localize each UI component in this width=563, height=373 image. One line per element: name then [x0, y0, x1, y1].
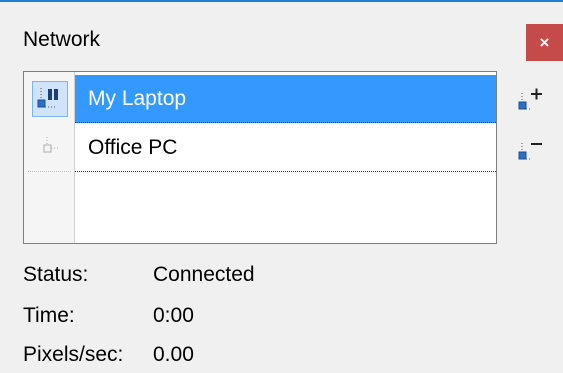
close-button[interactable]: × [526, 24, 563, 61]
computer-list[interactable]: My Laptop Office PC [23, 71, 497, 244]
add-computer-icon [518, 88, 542, 110]
pixels-value: 0.00 [153, 343, 194, 366]
computer-inactive-icon [24, 124, 75, 172]
list-item-office-pc[interactable]: Office PC [24, 124, 496, 172]
add-computer-button[interactable] [511, 82, 549, 118]
computer-name: Office PC [75, 124, 496, 172]
window-top-border [0, 0, 563, 2]
time-value: 0:00 [153, 304, 194, 327]
list-item-my-laptop[interactable]: My Laptop [24, 75, 496, 123]
window-title: Network [23, 28, 101, 51]
remove-computer-button[interactable] [511, 132, 549, 168]
status-value: Connected [153, 263, 255, 286]
computer-name: My Laptop [75, 75, 496, 123]
computer-active-icon [24, 75, 75, 123]
pixels-label: Pixels/sec: [23, 343, 124, 366]
status-label: Status: [23, 263, 89, 286]
gutter-divider [28, 171, 71, 172]
remove-computer-icon [518, 143, 542, 160]
time-label: Time: [23, 304, 75, 327]
